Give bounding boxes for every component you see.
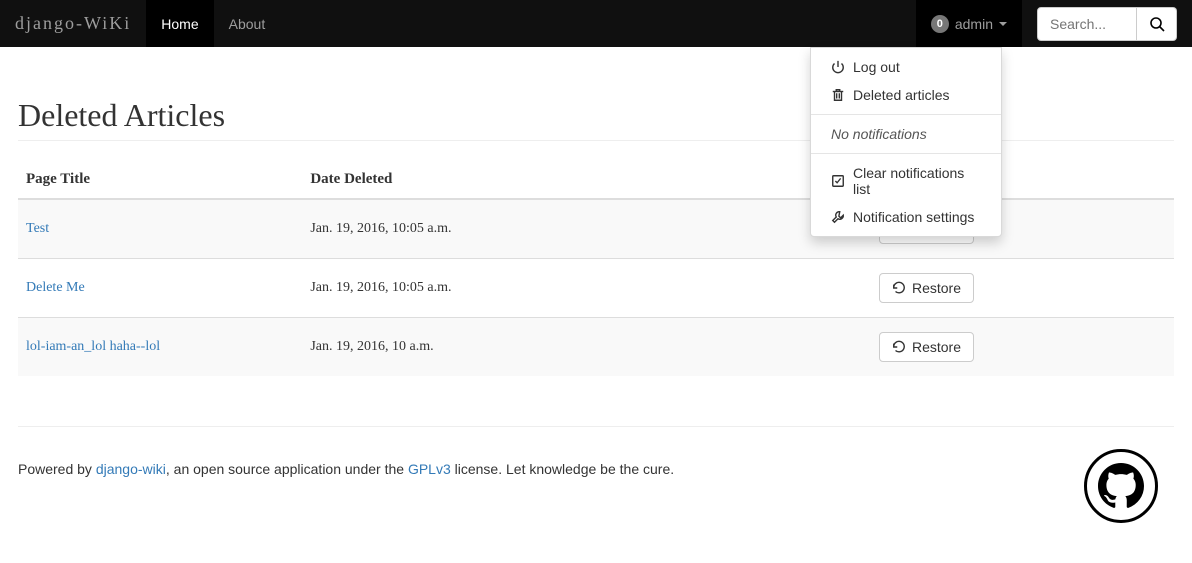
col-page-title: Page Title xyxy=(18,161,302,199)
article-link[interactable]: Test xyxy=(26,221,49,236)
date-cell: Jan. 19, 2016, 10:05 a.m. xyxy=(302,199,600,259)
article-link[interactable]: Delete Me xyxy=(26,280,85,295)
footer-mid: , an open source application under the xyxy=(166,461,408,477)
nav-about[interactable]: About xyxy=(214,0,281,47)
search-icon xyxy=(1149,16,1165,32)
dropdown-notification-settings[interactable]: Notification settings xyxy=(811,203,1001,231)
trash-icon xyxy=(831,88,845,102)
dropdown-divider xyxy=(811,153,1001,154)
user-menu-toggle[interactable]: 0 admin xyxy=(916,0,1022,47)
username-label: admin xyxy=(955,16,993,32)
date-cell: Jan. 19, 2016, 10:05 a.m. xyxy=(302,259,600,318)
footer-pre: Powered by xyxy=(18,461,96,477)
restore-label: Restore xyxy=(912,280,961,296)
navbar: django-WiKi Home About 0 admin Log out xyxy=(0,0,1192,47)
footer-divider xyxy=(18,426,1174,427)
dropdown-logout-label: Log out xyxy=(853,59,900,75)
dropdown-no-notifications: No notifications xyxy=(811,120,1001,148)
dropdown-deleted-label: Deleted articles xyxy=(853,87,950,103)
restore-button[interactable]: Restore xyxy=(879,273,974,303)
dropdown-clear-notifications[interactable]: Clear notifications list xyxy=(811,159,1001,203)
refresh-icon xyxy=(892,340,906,354)
dropdown-deleted-articles[interactable]: Deleted articles xyxy=(811,81,1001,109)
restore-label: Restore xyxy=(912,339,961,355)
nav-right: 0 admin xyxy=(916,0,1192,47)
nav-left: django-WiKi Home About xyxy=(0,0,280,47)
dropdown-settings-label: Notification settings xyxy=(853,209,974,225)
table-row: Delete Me Jan. 19, 2016, 10:05 a.m. Rest… xyxy=(18,259,1174,318)
date-cell: Jan. 19, 2016, 10 a.m. xyxy=(302,318,600,377)
search-group xyxy=(1022,0,1192,47)
notification-badge: 0 xyxy=(931,15,949,33)
refresh-icon xyxy=(892,281,906,295)
caret-down-icon xyxy=(999,22,1007,26)
check-square-icon xyxy=(831,174,845,188)
power-icon xyxy=(831,60,845,74)
user-dropdown: Log out Deleted articles No notification… xyxy=(810,47,1002,237)
footer-post: license. Let knowledge be the cure. xyxy=(451,461,674,477)
brand[interactable]: django-WiKi xyxy=(0,0,146,47)
table-row: lol-iam-an_lol haha--lol Jan. 19, 2016, … xyxy=(18,318,1174,377)
dropdown-clear-label: Clear notifications list xyxy=(853,165,981,197)
footer-link-gplv3[interactable]: GPLv3 xyxy=(408,461,451,477)
nav-home[interactable]: Home xyxy=(146,0,213,47)
dropdown-logout[interactable]: Log out xyxy=(811,53,1001,81)
github-link[interactable] xyxy=(1084,449,1158,523)
dropdown-divider xyxy=(811,114,1001,115)
search-input[interactable] xyxy=(1037,7,1137,41)
octocat-icon xyxy=(1098,463,1144,509)
article-link[interactable]: lol-iam-an_lol haha--lol xyxy=(26,339,160,354)
page-container: Deleted Articles Page Title Date Deleted… xyxy=(0,47,1192,461)
search-button[interactable] xyxy=(1137,7,1177,41)
footer: Powered by django-wiki, an open source a… xyxy=(0,461,1192,517)
footer-link-djangowiki[interactable]: django-wiki xyxy=(96,461,166,477)
col-date-deleted: Date Deleted xyxy=(302,161,600,199)
wrench-icon xyxy=(831,210,845,224)
restore-button[interactable]: Restore xyxy=(879,332,974,362)
